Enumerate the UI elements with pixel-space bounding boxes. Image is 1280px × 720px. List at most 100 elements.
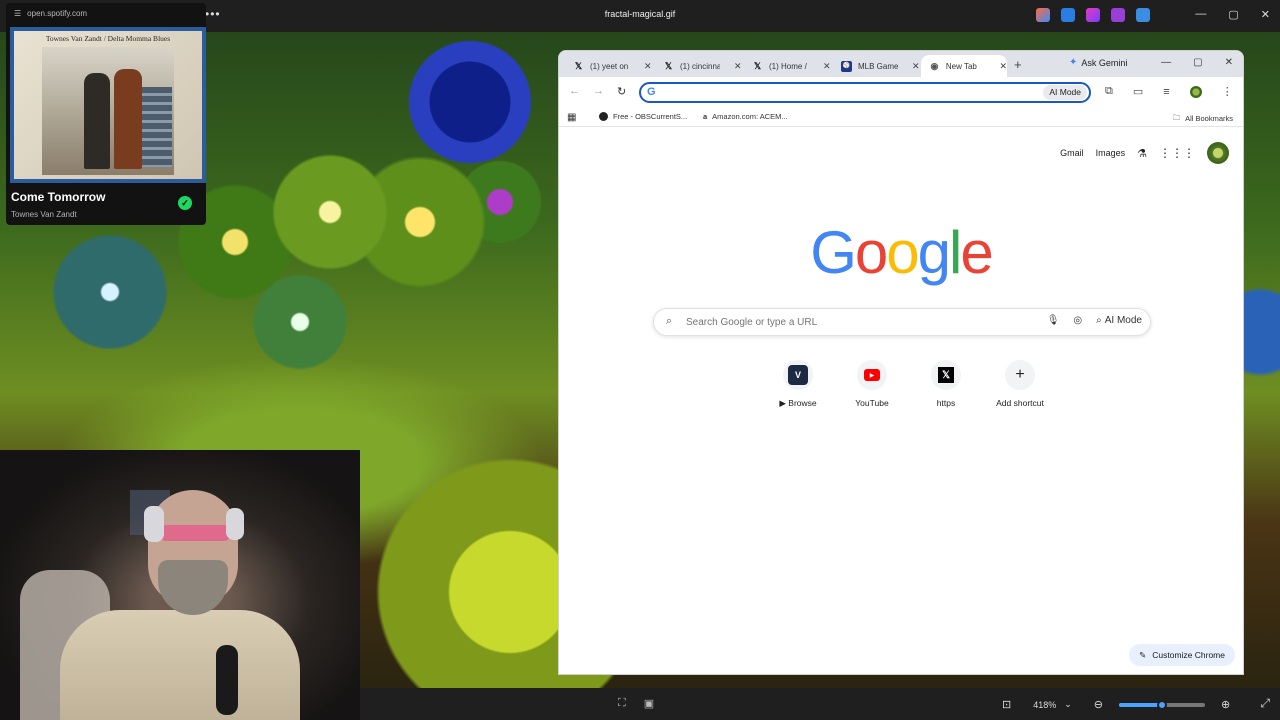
shortcut-add[interactable]: + Add shortcut (991, 356, 1049, 409)
tab-label: New Tab (945, 61, 977, 71)
ai-mode-button[interactable]: ⌕ AI Mode (1096, 315, 1142, 326)
tab-label: MLB Game (858, 61, 898, 71)
tab-2[interactable]: 𝕏 (1) cincinna ✕ (655, 55, 743, 77)
google-apps-icon[interactable]: ⋮⋮⋮ (1159, 146, 1195, 160)
shortcut-label: YouTube (855, 398, 889, 408)
edit-icon[interactable] (1061, 8, 1075, 22)
ntp-search-box[interactable]: ⌕ 🎙 ◎ ⌕ AI Mode (653, 308, 1151, 336)
google-logo-letter: e (960, 219, 993, 286)
images-link[interactable]: Images (1096, 148, 1126, 158)
track-artist[interactable]: Townes Van Zandt (11, 210, 77, 219)
tab-new-tab[interactable]: ◉ New Tab ✕ (921, 55, 1007, 77)
webcam-feed (0, 450, 360, 720)
mlb-icon: ⚾ (841, 60, 852, 72)
album-art-text: Townes Van Zandt / Delta Momma Blues (45, 34, 171, 43)
folder-icon: 🗀 (1172, 113, 1181, 122)
close-icon[interactable]: ✕ (823, 61, 831, 72)
viewer-bottom-bar: ⛶ ▣ ⊡ 418% ⌄ ⊖ ⊕ ⤢ (360, 688, 1280, 720)
close-button[interactable]: ✕ (1225, 57, 1233, 68)
all-bookmarks-label: All Bookmarks (1185, 114, 1233, 123)
chrome-window: 𝕏 (1) yeet on ✕ 𝕏 (1) cincinna ✕ 𝕏 (1) H… (558, 50, 1244, 675)
bookmark-1[interactable]: Free - OBSCurrentS... (599, 112, 687, 121)
ai-mode-label: AI Mode (1104, 315, 1142, 326)
x-icon: 𝕏 (753, 60, 762, 71)
google-logo-letter: o (854, 219, 888, 286)
minimize-button[interactable]: — (1161, 57, 1171, 68)
browser-toolbar: ← → ↻ G AI Mode ⧉ ▭ ≡ ⋮ (559, 77, 1243, 107)
search-icon: ⌕ (666, 315, 673, 327)
zoom-slider[interactable] (1119, 699, 1206, 710)
shortcut-label: Add shortcut (996, 398, 1044, 408)
album-art: Townes Van Zandt / Delta Momma Blues (10, 27, 206, 183)
fullscreen-icon[interactable]: ⤢ (1260, 696, 1270, 711)
microphone (216, 645, 238, 715)
cloud-icon[interactable] (1136, 8, 1150, 22)
track-title[interactable]: Come Tomorrow (11, 190, 105, 204)
clipchamp-icon[interactable] (1111, 8, 1125, 22)
forward-button[interactable]: → (593, 85, 604, 97)
tab-4[interactable]: ⚾ MLB Game ✕ (833, 55, 921, 77)
omnibox-ai-mode-button[interactable]: AI Mode (1043, 85, 1087, 100)
zoom-out-icon[interactable]: ⊖ (1094, 698, 1103, 711)
account-avatar[interactable] (1207, 142, 1229, 164)
viewer-maximize-button[interactable]: ▢ (1228, 8, 1238, 21)
close-icon[interactable]: ✕ (999, 61, 1007, 72)
extensions-icon[interactable]: ⧉ (1105, 85, 1113, 98)
labs-flask-icon[interactable]: ⚗ (1137, 147, 1147, 160)
crop-icon[interactable]: ⛶ (618, 697, 626, 710)
shortcut-youtube[interactable]: ▶ YouTube (843, 356, 901, 409)
google-logo-letter: G (810, 219, 857, 286)
reading-list-icon[interactable]: ≡ (1163, 86, 1169, 98)
cast-icon[interactable]: ▭ (1133, 85, 1143, 98)
spotify-url: open.spotify.com (27, 9, 88, 18)
close-icon[interactable]: ✕ (734, 61, 742, 72)
album-photo (42, 47, 174, 175)
customize-label: Customize Chrome (1152, 650, 1225, 660)
fit-icon[interactable]: ⊡ (1002, 698, 1011, 711)
chevron-down-icon[interactable]: ⌄ (1064, 699, 1072, 710)
shortcut-browse[interactable]: V ▶ Browse (769, 356, 827, 409)
plus-icon: + (1015, 366, 1025, 383)
reload-button[interactable]: ↻ (617, 85, 626, 98)
back-button[interactable]: ← (569, 85, 580, 97)
address-bar[interactable]: G AI Mode (639, 82, 1091, 103)
x-icon: 𝕏 (938, 367, 954, 383)
close-icon[interactable]: ✕ (912, 61, 920, 72)
tab-1[interactable]: 𝕏 (1) yeet on ✕ (565, 55, 653, 77)
viewer-close-button[interactable]: ✕ (1261, 8, 1270, 21)
designer-icon[interactable] (1086, 8, 1100, 22)
google-logo-letter: l (949, 219, 962, 286)
bookmark-2[interactable]: a Amazon.com: ACEM... (703, 112, 788, 121)
gmail-link[interactable]: Gmail (1060, 148, 1084, 158)
shortcut-label: ▶ Browse (779, 398, 817, 408)
ask-gemini-button[interactable]: ✦ Ask Gemini (1069, 57, 1127, 68)
microphone-icon[interactable]: 🎙 (1047, 315, 1060, 326)
address-input[interactable] (663, 85, 1023, 100)
zoom-level[interactable]: 418% (1033, 700, 1056, 710)
all-bookmarks-button[interactable]: 🗀 All Bookmarks (1173, 112, 1233, 125)
shortcut-https[interactable]: 𝕏 https (917, 356, 975, 409)
search-input[interactable] (686, 315, 986, 330)
zoom-slider-handle[interactable] (1157, 699, 1168, 710)
profile-avatar[interactable] (1189, 85, 1202, 98)
customize-chrome-button[interactable]: ✎ Customize Chrome (1129, 644, 1235, 666)
tab-3[interactable]: 𝕏 (1) Home / ✕ (744, 55, 832, 77)
saved-check-icon[interactable]: ✓ (178, 196, 192, 210)
zoom-in-icon[interactable]: ⊕ (1221, 698, 1230, 711)
menu-icon[interactable]: ⋮ (1222, 85, 1233, 98)
new-tab-button[interactable]: + (1014, 57, 1022, 72)
shortcut-label: https (936, 398, 956, 408)
maximize-button[interactable]: ▢ (1193, 57, 1202, 68)
site-settings-icon[interactable]: ☰ (14, 9, 21, 18)
apps-grid-icon[interactable]: ▦ (567, 112, 576, 123)
viewer-minimize-button[interactable]: — (1195, 8, 1206, 21)
shortcuts-grid: V ▶ Browse ▶ YouTube 𝕏 https + Add short… (769, 356, 1049, 409)
x-icon: 𝕏 (574, 60, 583, 71)
new-tab-page: Gmail Images ⚗ ⋮⋮⋮ Google ⌕ 🎙 ◎ ⌕ AI Mod… (559, 128, 1243, 674)
bookmark-label: Free - OBSCurrentS... (613, 112, 688, 121)
copilot-icon[interactable] (1036, 8, 1050, 22)
adjust-icon[interactable]: ▣ (644, 697, 654, 710)
google-lens-icon[interactable]: ◎ (1073, 315, 1082, 326)
close-icon[interactable]: ✕ (644, 61, 652, 72)
browse-icon: V (788, 365, 808, 385)
